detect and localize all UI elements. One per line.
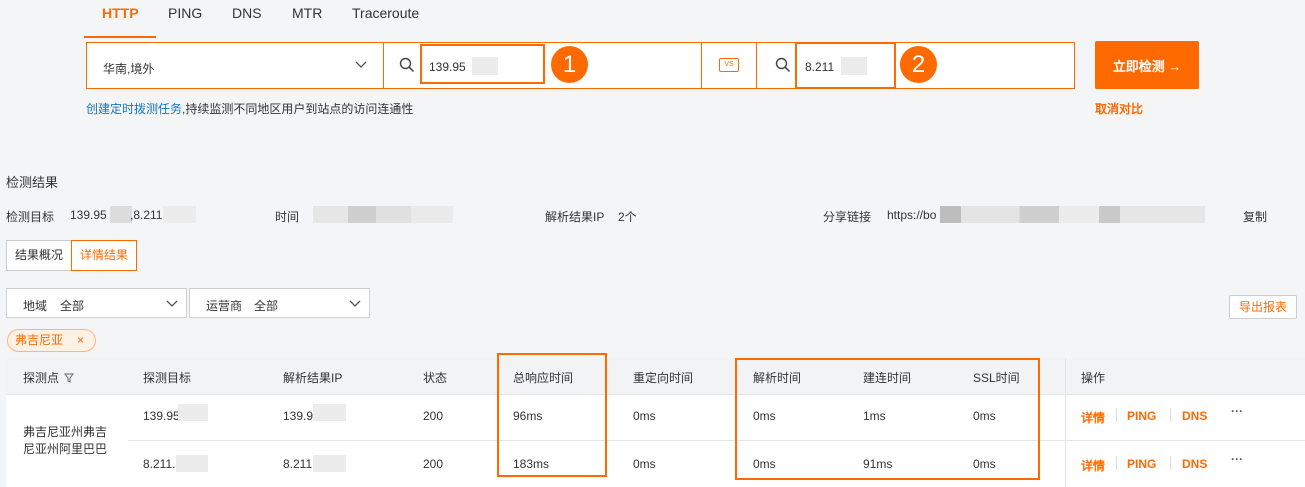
vs-toggle[interactable]: VS xyxy=(702,43,757,88)
th-ip: 解析结果IP xyxy=(283,371,343,385)
isp-filter[interactable]: 运营商 全部 xyxy=(189,288,370,318)
divider xyxy=(6,394,1305,395)
redacted-mask xyxy=(176,455,208,472)
annotation-box-target2 xyxy=(795,42,896,89)
filter-chip-label: 弗吉尼亚 xyxy=(15,333,64,347)
redacted-mask xyxy=(110,206,132,223)
row2-ip: 8.211 xyxy=(283,457,313,471)
row1-detail-link[interactable]: 详情 xyxy=(1081,409,1105,426)
redacted-mask xyxy=(178,404,208,421)
probe-name-line2: 尼亚州阿里巴巴 xyxy=(23,442,108,456)
divider xyxy=(1170,456,1171,470)
hint-text: ,持续监测不同地区用户到站点的访问连通性 xyxy=(182,102,414,116)
row1-ip: 139.9 xyxy=(283,409,314,423)
row2-redirect: 0ms xyxy=(633,457,656,471)
active-tab-indicator xyxy=(84,36,156,38)
share-link-label: 分享链接 xyxy=(823,210,872,224)
results-table: 探测点 探测目标 解析结果IP 状态 总响应时间 重定向时间 解析时间 建连时间… xyxy=(6,358,1305,487)
chevron-down-icon xyxy=(166,300,178,307)
divider xyxy=(1170,408,1171,422)
region-select-value: 华南,境外 xyxy=(103,62,155,76)
target-value-2: ,8.211 xyxy=(130,208,163,222)
region-filter-label: 地域 xyxy=(23,299,48,313)
row1-dns-link[interactable]: DNS xyxy=(1182,409,1207,423)
th-redirect-time: 重定向时间 xyxy=(633,371,694,385)
th-status: 状态 xyxy=(423,371,448,385)
divider xyxy=(1116,408,1117,422)
tab-dns[interactable]: DNS xyxy=(232,5,262,21)
th-target: 探测目标 xyxy=(143,371,192,385)
row1-status: 200 xyxy=(423,409,444,423)
tab-http[interactable]: HTTP xyxy=(102,5,139,21)
toggle-overview[interactable]: 结果概况 xyxy=(6,240,73,271)
copy-link[interactable]: 复制 xyxy=(1243,208,1267,225)
redacted-mask xyxy=(313,206,453,223)
target-label: 检测目标 xyxy=(6,210,55,224)
annotation-marker-1: 1 xyxy=(551,46,588,83)
time-label: 时间 xyxy=(275,210,300,224)
target-value-1: 139.95 xyxy=(70,208,107,222)
row2-dns-link[interactable]: DNS xyxy=(1182,457,1207,471)
tab-traceroute[interactable]: Traceroute xyxy=(352,5,419,21)
annotation-box-total-time xyxy=(497,353,607,477)
resolve-ip-count[interactable]: 2个 xyxy=(618,208,637,225)
resolve-ip-label: 解析结果IP xyxy=(545,210,605,224)
cancel-compare-link[interactable]: 取消对比 xyxy=(1095,100,1143,117)
tab-ping[interactable]: PING xyxy=(168,5,202,21)
start-check-label: 立即检测 → xyxy=(1112,58,1182,74)
tab-mtr[interactable]: MTR xyxy=(292,5,322,21)
redacted-mask xyxy=(313,404,346,421)
isp-filter-value: 全部 xyxy=(254,299,279,313)
hint-line: 创建定时拨测任务,持续监测不同地区用户到站点的访问连通性 xyxy=(86,100,413,117)
row2-target: 8.211. xyxy=(143,457,176,471)
toggle-detail[interactable]: 详情结果 xyxy=(71,240,138,271)
redacted-mask xyxy=(163,206,196,223)
redacted-mask xyxy=(313,455,346,472)
table-header: 探测点 探测目标 解析结果IP 状态 总响应时间 重定向时间 解析时间 建连时间… xyxy=(6,358,1305,394)
close-icon[interactable]: × xyxy=(77,330,84,351)
more-icon[interactable]: ··· xyxy=(1231,404,1243,418)
region-filter-value: 全部 xyxy=(60,299,85,313)
more-icon[interactable]: ··· xyxy=(1231,452,1243,466)
share-link-value: https://bo xyxy=(887,208,937,222)
search-icon xyxy=(399,57,415,73)
search-icon xyxy=(775,57,791,73)
row1-redirect: 0ms xyxy=(633,409,656,423)
annotation-box-target1 xyxy=(420,44,545,84)
row1-target: 139.95 xyxy=(143,409,180,423)
probe-name-line1: 弗吉尼亚州弗吉 xyxy=(23,425,108,439)
th-probe: 探测点 xyxy=(23,371,60,385)
row2-ping-link[interactable]: PING xyxy=(1127,457,1156,471)
annotation-marker-2: 2 xyxy=(900,46,937,83)
divider xyxy=(1116,456,1117,470)
probe-name: 弗吉尼亚州弗吉 尼亚州阿里巴巴 xyxy=(23,424,107,458)
start-check-button[interactable]: 立即检测 → xyxy=(1095,41,1199,89)
vs-icon: VS xyxy=(719,58,739,72)
divider xyxy=(1065,358,1066,487)
region-filter[interactable]: 地域 全部 xyxy=(6,288,187,318)
region-select[interactable]: 华南,境外 xyxy=(87,43,384,88)
row1-ping-link[interactable]: PING xyxy=(1127,409,1156,423)
chevron-down-icon xyxy=(349,300,361,307)
annotation-box-timing xyxy=(735,358,1040,480)
row2-detail-link[interactable]: 详情 xyxy=(1081,457,1105,474)
divider xyxy=(128,440,1305,441)
redacted-mask xyxy=(940,206,1205,223)
isp-filter-label: 运营商 xyxy=(206,299,243,313)
chevron-down-icon xyxy=(355,61,367,68)
results-title: 检测结果 xyxy=(6,175,59,190)
row2-status: 200 xyxy=(423,457,444,471)
th-ops: 操作 xyxy=(1081,371,1106,385)
export-report-button[interactable]: 导出报表 xyxy=(1229,295,1297,319)
filter-icon[interactable] xyxy=(64,373,74,383)
filter-chip: 弗吉尼亚 × xyxy=(7,329,96,352)
create-scheduled-task-link[interactable]: 创建定时拨测任务 xyxy=(86,102,182,116)
